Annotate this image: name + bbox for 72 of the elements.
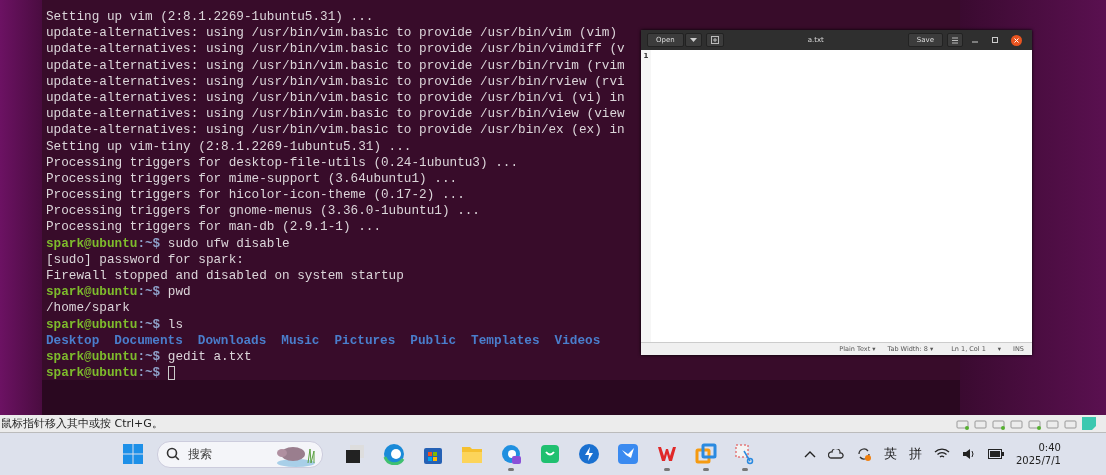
terminal-line: update-alternatives: using /usr/bin/vim.basic to provide /usr/bin/rview (rvi — [46, 73, 625, 90]
start-icon[interactable] — [123, 444, 143, 464]
new-tab-button[interactable] — [705, 33, 724, 47]
terminal-line: Setting up vim (2:8.1.2269-1ubuntu5.31) ... — [46, 9, 374, 26]
chevron-up-icon[interactable] — [804, 450, 816, 458]
edge-app-icon[interactable] — [382, 442, 405, 465]
terminal-command: ls — [167, 316, 184, 333]
prompt-user: spark@ubuntu — [46, 235, 138, 252]
menu-button[interactable] — [947, 33, 963, 47]
maximize-icon[interactable] — [991, 36, 999, 44]
terminal-line: update-alternatives: using /usr/bin/vim.basic to provide /usr/bin/vi (vi) in — [46, 89, 625, 107]
cloud-icon[interactable] — [828, 449, 844, 459]
directory-name: Videos — [554, 332, 601, 349]
caret-icon — [689, 38, 697, 42]
prompt-path: :~$ — [137, 348, 161, 366]
terminal-line: [sudo] password for spark: — [46, 251, 244, 268]
terminal-line: update-alternatives: using /usr/bin/vim.basic to provide /usr/bin/vimdiff (v — [46, 41, 625, 58]
terminal-line: Processing triggers for mime-support (3.64ubuntu1) ... — [46, 170, 458, 188]
terminal-line: Setting up vim-tiny (2:8.1.2269-1ubuntu5.31) ... — [46, 138, 412, 155]
prompt-path: :~$ — [137, 316, 161, 333]
directory-name: Documents — [114, 332, 183, 349]
input-method-indicator[interactable]: 拼 — [909, 445, 922, 463]
terminal-line: Processing triggers for desktop-file-utils (0.24-1ubuntu3) ... — [46, 154, 519, 171]
prompt-path: :~$ — [137, 284, 161, 301]
open-dropdown-button[interactable] — [684, 33, 702, 47]
terminal-line: update-alternatives: using /usr/bin/vim.basic to provide /usr/bin/view (view — [46, 106, 625, 123]
terminal-line: /home/spark — [46, 300, 130, 317]
directory-name: Public — [410, 332, 457, 349]
edge-ai-app-icon[interactable] — [499, 442, 522, 465]
task-view-app-icon[interactable] — [343, 442, 366, 465]
prompt-user: spark@ubuntu — [46, 316, 138, 333]
sync-icon[interactable] — [856, 446, 872, 462]
vmware-app-icon[interactable] — [694, 442, 717, 465]
terminal-line: Firewall stopped and disabled on system startup — [46, 268, 404, 285]
close-icon[interactable] — [1011, 34, 1022, 46]
terminal-line: update-alternatives: using /usr/bin/vim.basic to provide /usr/bin/ex (ex) in — [46, 122, 625, 139]
terminal-command: pwd — [167, 284, 191, 301]
prompt-user: spark@ubuntu — [46, 348, 138, 366]
directory-name: Music — [281, 332, 320, 349]
search-field[interactable]: 搜索 — [157, 440, 323, 468]
new-tab-icon — [710, 36, 719, 44]
input-mode-indicator[interactable]: 英 — [884, 445, 897, 463]
terminal-command: gedit a.txt — [167, 348, 252, 366]
directory-name: Desktop — [46, 332, 100, 349]
menu-icon — [952, 36, 958, 44]
search-icon — [166, 447, 180, 461]
device-icon[interactable] — [956, 417, 969, 430]
chat-app-icon[interactable] — [538, 442, 561, 465]
directory-name: Templates — [471, 332, 540, 349]
battery-icon[interactable] — [988, 449, 1004, 459]
device-icon[interactable] — [1028, 417, 1041, 430]
speaker-icon[interactable] — [962, 448, 976, 460]
prompt-user: spark@ubuntu — [46, 365, 138, 380]
prompt-path: :~$ — [137, 365, 161, 380]
clock-date[interactable]: 2025/7/1 — [1016, 454, 1061, 467]
prompt-path: :~$ — [137, 235, 161, 252]
terminal-line: Processing triggers for hicolor-icon-theme (0.17-2) ... — [46, 187, 465, 204]
snip-app-icon[interactable] — [733, 442, 756, 465]
status-hint: 鼠标指针移入其中或按 Ctrl+G。 — [0, 416, 163, 431]
directory-name: Pictures — [334, 332, 396, 349]
bolt-app-icon[interactable] — [577, 442, 600, 465]
device-icon[interactable] — [992, 417, 1005, 430]
terminal-line: update-alternatives: using /usr/bin/vim.basic to provide /usr/bin/vim (vim) — [46, 25, 618, 42]
terminal-line: Processing triggers for man-db (2.9.1-1) ... — [46, 219, 381, 236]
terminal-command: sudo ufw disable — [167, 235, 290, 252]
directory-name: Downloads — [197, 332, 267, 349]
terminal-line: Processing triggers for gnome-menus (3.36.0-1ubuntu1) ... — [46, 203, 480, 220]
prompt-user: spark@ubuntu — [46, 284, 138, 301]
wifi-icon[interactable] — [934, 448, 950, 460]
clock-time[interactable]: 0:40 — [1038, 441, 1061, 454]
bird-app-icon[interactable] — [616, 442, 639, 465]
terminal-line: update-alternatives: using /usr/bin/vim.basic to provide /usr/bin/rvim (rvim — [46, 57, 625, 74]
